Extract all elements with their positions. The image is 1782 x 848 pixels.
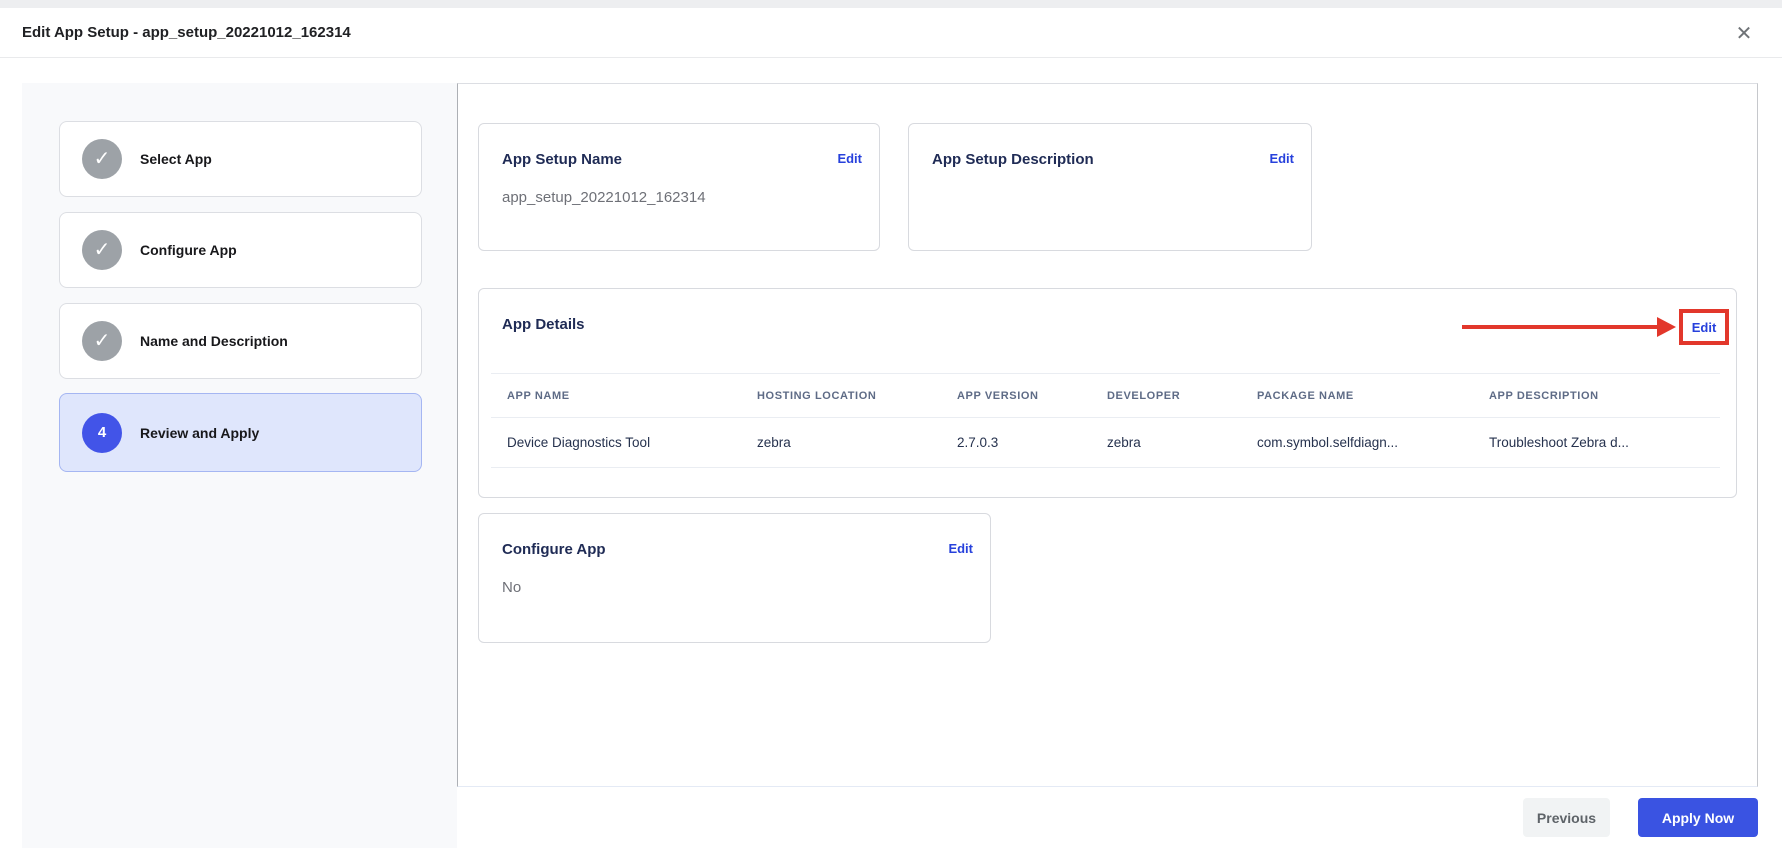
app-details-card: App Details Edit APP NAME HOSTING LOCATI… [478, 288, 1737, 498]
card-title: App Details [502, 316, 585, 333]
check-icon: ✓ [82, 230, 122, 270]
sidebar-item-review-and-apply[interactable]: 4 Review and Apply [59, 393, 422, 472]
check-icon: ✓ [82, 139, 122, 179]
modal-title: Edit App Setup - app_setup_20221012_1623… [22, 24, 351, 41]
app-name-cell: Device Diagnostics Tool [507, 435, 651, 450]
previous-button[interactable]: Previous [1523, 798, 1610, 837]
apply-now-button[interactable]: Apply Now [1638, 798, 1758, 837]
app-details-table: APP NAME HOSTING LOCATION APP VERSION DE… [491, 373, 1720, 468]
sidebar-item-name-and-description[interactable]: ✓ Name and Description [59, 303, 422, 379]
column-header: PACKAGE NAME [1257, 389, 1354, 402]
app-setup-name-card: App Setup Name Edit app_setup_20221012_1… [478, 123, 880, 251]
sidebar-item-configure-app[interactable]: ✓ Configure App [59, 212, 422, 288]
step-label: Review and Apply [140, 424, 260, 441]
annotation-arrow-icon [1657, 317, 1676, 337]
app-version-cell: 2.7.0.3 [957, 435, 999, 450]
edit-app-details-link[interactable]: Edit [1692, 320, 1717, 335]
app-setup-description-value [909, 168, 1311, 189]
annotation-highlight-box: Edit [1679, 309, 1729, 345]
step-number-badge: 4 [82, 412, 122, 453]
package-name-cell: com.symbol.selfdiagn... [1257, 435, 1399, 450]
column-header: APP VERSION [957, 389, 1039, 402]
app-setup-description-card: App Setup Description Edit [908, 123, 1312, 251]
table-row: Device Diagnostics Tool zebra 2.7.0.3 ze… [491, 418, 1720, 468]
step-label: Select App [140, 151, 212, 167]
page-background-strip [0, 0, 1782, 8]
step-label: Configure App [140, 242, 237, 258]
configure-app-card: Configure App Edit No [478, 513, 991, 643]
edit-app-setup-name-link[interactable]: Edit [837, 151, 862, 166]
modal-header: Edit App Setup - app_setup_20221012_1623… [0, 8, 1782, 58]
annotation-arrow-line [1462, 325, 1658, 329]
review-panel: App Setup Name Edit app_setup_20221012_1… [457, 83, 1758, 787]
app-setup-name-value: app_setup_20221012_162314 [502, 189, 706, 206]
wizard-steps-sidebar: ✓ Select App ✓ Configure App ✓ Name and … [22, 83, 457, 848]
table-header-row: APP NAME HOSTING LOCATION APP VERSION DE… [491, 373, 1720, 418]
sidebar-item-select-app[interactable]: ✓ Select App [59, 121, 422, 197]
column-header: APP NAME [507, 389, 570, 402]
column-header: HOSTING LOCATION [757, 389, 877, 402]
card-title: Configure App [502, 541, 606, 558]
card-title: App Setup Name [502, 151, 623, 168]
step-label: Name and Description [140, 333, 288, 349]
configure-app-value: No [502, 579, 522, 596]
edit-app-setup-description-link[interactable]: Edit [1269, 151, 1294, 166]
column-header: APP DESCRIPTION [1489, 389, 1599, 402]
card-title: App Setup Description [932, 151, 1094, 168]
developer-cell: zebra [1107, 435, 1141, 450]
hosting-location-cell: zebra [757, 435, 791, 450]
app-description-cell: Troubleshoot Zebra d... [1489, 435, 1629, 450]
close-icon[interactable]: ✕ [1732, 22, 1756, 46]
edit-configure-app-link[interactable]: Edit [948, 541, 973, 556]
check-icon: ✓ [82, 321, 122, 361]
column-header: DEVELOPER [1107, 389, 1181, 402]
